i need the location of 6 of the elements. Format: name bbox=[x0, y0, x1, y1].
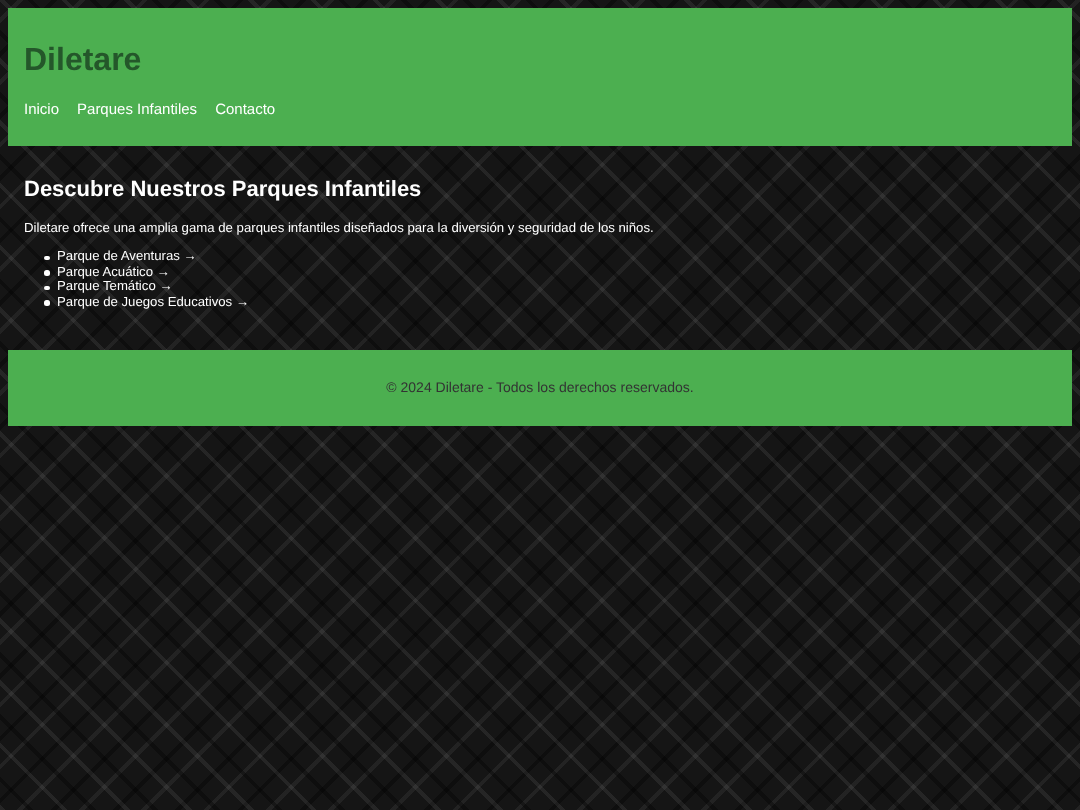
bullet-icon bbox=[44, 300, 49, 305]
bullet-icon bbox=[44, 270, 49, 275]
section-heading: Descubre Nuestros Parques Infantiles bbox=[24, 178, 424, 204]
bullet-icon bbox=[44, 285, 49, 290]
bullet-icon bbox=[44, 255, 49, 260]
site-title: Diletare bbox=[24, 44, 144, 80]
